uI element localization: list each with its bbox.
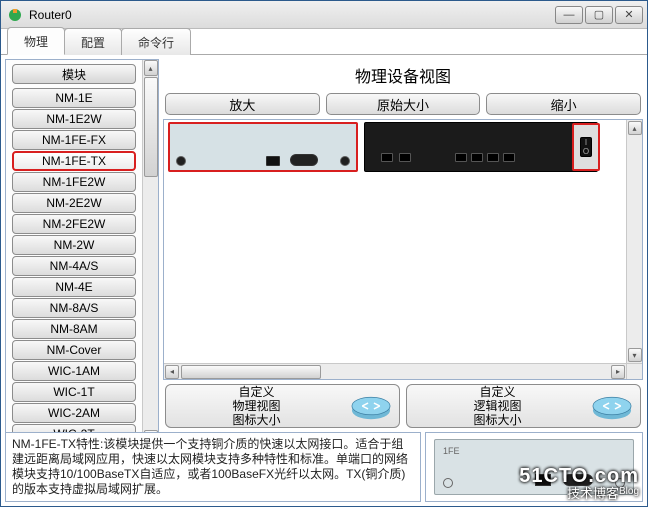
custom-icon-row: 自定义 物理视图 图标大小 自定义 逻辑视图 图标大小 [163, 384, 643, 428]
module-item-wic-2t[interactable]: WIC-2T [12, 424, 136, 432]
device-hscrollbar[interactable]: ◂ ▸ [164, 363, 626, 379]
module-item-nm-2w[interactable]: NM-2W [12, 235, 136, 255]
power-switch-highlighted[interactable]: IO [572, 123, 600, 171]
zoom-original-button[interactable]: 原始大小 [326, 93, 481, 115]
scroll-down-icon[interactable]: ▾ [628, 348, 642, 362]
ethernet-port-icon[interactable] [455, 153, 467, 162]
device-view-title: 物理设备视图 [163, 59, 643, 89]
scroll-thumb[interactable] [144, 77, 158, 177]
custom-logical-icon-button[interactable]: 自定义 逻辑视图 图标大小 [406, 384, 641, 428]
scroll-thumb[interactable] [181, 365, 321, 379]
device-view-pane[interactable]: IO ▴ ▾ ◂ ▸ [163, 119, 643, 380]
module-item-wic-2am[interactable]: WIC-2AM [12, 403, 136, 423]
zoom-row: 放大 原始大小 缩小 [163, 93, 643, 115]
module-description: NM-1FE-TX特性:该模块提供一个支持铜介质的快速以太网接口。适合于组建远距… [5, 432, 421, 502]
ethernet-port-icon[interactable] [381, 153, 393, 162]
power-off-icon: O [581, 147, 591, 156]
module-item-wic-1am[interactable]: WIC-1AM [12, 361, 136, 381]
module-list-panel: 模块 NM-1E NM-1E2W NM-1FE-FX NM-1FE-TX NM-… [5, 59, 159, 432]
module-item-nm-1fe-tx[interactable]: NM-1FE-TX [12, 151, 136, 171]
ethernet-port-icon[interactable] [266, 156, 280, 166]
app-window: Router0 — ▢ ✕ 物理 配置 命令行 模块 NM-1E NM-1E2W… [0, 0, 648, 507]
router-icon [349, 389, 393, 423]
close-button[interactable]: ✕ [615, 6, 643, 24]
router-icon [590, 389, 634, 423]
module-item-nm-1e[interactable]: NM-1E [12, 88, 136, 108]
serial-port-icon[interactable] [290, 154, 318, 166]
device-vscrollbar[interactable]: ▴ ▾ [626, 120, 642, 363]
scroll-down-icon[interactable]: ▾ [144, 430, 158, 432]
router-back-panel[interactable]: IO [364, 122, 598, 172]
tab-config[interactable]: 配置 [64, 28, 122, 55]
module-item-nm-8am[interactable]: NM-8AM [12, 319, 136, 339]
maximize-button[interactable]: ▢ [585, 6, 613, 24]
module-item-nm-1fe-fx[interactable]: NM-1FE-FX [12, 130, 136, 150]
tab-cli[interactable]: 命令行 [121, 28, 191, 55]
scroll-left-icon[interactable]: ◂ [165, 365, 179, 379]
preview-label: 1FE [443, 446, 460, 456]
module-item-nm-cover[interactable]: NM-Cover [12, 340, 136, 360]
module-item-nm-2fe2w[interactable]: NM-2FE2W [12, 214, 136, 234]
module-preview[interactable]: 1FE [425, 432, 643, 502]
screw-hole-icon [615, 478, 625, 488]
module-item-nm-4as[interactable]: NM-4A/S [12, 256, 136, 276]
scroll-up-icon[interactable]: ▴ [628, 121, 642, 135]
module-slot-highlighted[interactable] [168, 122, 358, 172]
module-item-nm-2e2w[interactable]: NM-2E2W [12, 193, 136, 213]
custom-physical-label: 自定义 物理视图 图标大小 [172, 385, 341, 427]
zoom-in-button[interactable]: 放大 [165, 93, 320, 115]
module-list-header[interactable]: 模块 [12, 64, 136, 84]
custom-logical-label: 自定义 逻辑视图 图标大小 [413, 385, 582, 427]
tab-physical[interactable]: 物理 [7, 27, 65, 55]
module-preview-card[interactable]: 1FE [434, 439, 634, 495]
titlebar: Router0 — ▢ ✕ [1, 1, 647, 29]
ethernet-port-icon [535, 474, 551, 486]
ethernet-port-icon[interactable] [503, 153, 515, 162]
ethernet-port-icon[interactable] [471, 153, 483, 162]
custom-physical-icon-button[interactable]: 自定义 物理视图 图标大小 [165, 384, 400, 428]
ethernet-port-icon[interactable] [487, 153, 499, 162]
minimize-button[interactable]: — [555, 6, 583, 24]
bottom-row: NM-1FE-TX特性:该模块提供一个支持铜介质的快速以太网接口。适合于组建远距… [1, 432, 647, 506]
power-on-icon: I [581, 138, 591, 147]
device-view-canvas[interactable]: IO [164, 120, 626, 363]
app-icon [7, 7, 23, 23]
content-area: 模块 NM-1E NM-1E2W NM-1FE-FX NM-1FE-TX NM-… [1, 55, 647, 432]
window-title: Router0 [29, 8, 553, 22]
module-item-nm-4e[interactable]: NM-4E [12, 277, 136, 297]
module-item-nm-1e2w[interactable]: NM-1E2W [12, 109, 136, 129]
module-item-wic-1t[interactable]: WIC-1T [12, 382, 136, 402]
screw-hole-icon [443, 478, 453, 488]
module-item-nm-1fe2w[interactable]: NM-1FE2W [12, 172, 136, 192]
screw-hole-icon [340, 156, 350, 166]
module-item-nm-8as[interactable]: NM-8A/S [12, 298, 136, 318]
scroll-up-icon[interactable]: ▴ [144, 60, 158, 76]
right-panel: 物理设备视图 放大 原始大小 缩小 [163, 59, 643, 428]
ethernet-port-icon[interactable] [399, 153, 411, 162]
scroll-right-icon[interactable]: ▸ [611, 365, 625, 379]
screw-hole-icon [176, 156, 186, 166]
module-list-scrollbar[interactable]: ▴ ▾ [142, 60, 158, 432]
scroll-corner [626, 363, 642, 379]
serial-port-icon [563, 474, 593, 486]
router-chassis[interactable]: IO [168, 122, 598, 180]
main-tabstrip: 物理 配置 命令行 [1, 29, 647, 55]
zoom-out-button[interactable]: 缩小 [486, 93, 641, 115]
